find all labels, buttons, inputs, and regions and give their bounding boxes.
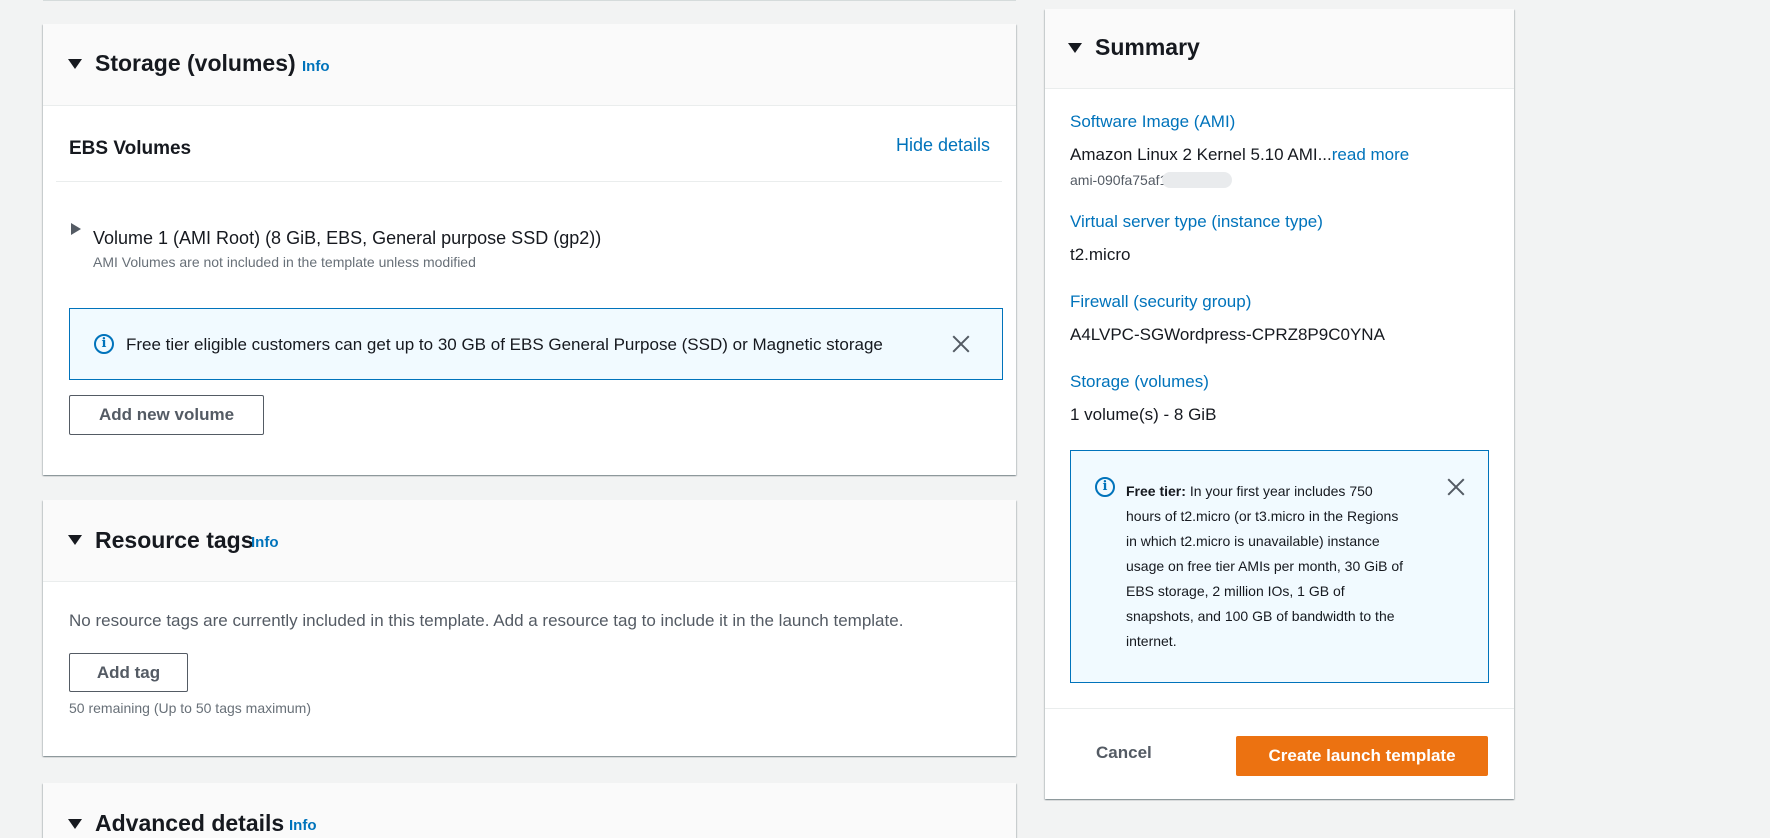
create-launch-template-button[interactable]: Create launch template [1236,736,1488,776]
storage-panel: Storage (volumes) Info EBS Volumes Hide … [43,24,1016,475]
summary-panel: Summary Software Image (AMI) Amazon Linu… [1045,9,1514,799]
volume-label[interactable]: Volume 1 (AMI Root) (8 GiB, EBS, General… [93,228,601,249]
instance-type-label[interactable]: Virtual server type (instance type) [1070,212,1323,232]
firewall-value: A4LVPC-SGWordpress-CPRZ8P9C0YNA [1070,325,1385,344]
ami-label[interactable]: Software Image (AMI) [1070,112,1235,132]
caret-down-icon[interactable] [68,59,82,69]
advanced-details-title: Advanced details [95,810,285,836]
hide-details-link[interactable]: Hide details [896,135,990,156]
volume-note: AMI Volumes are not included in the temp… [93,254,476,270]
storage-header[interactable]: Storage (volumes) Info [43,24,1016,106]
storage-title: Storage (volumes) [95,50,296,76]
expand-volume-icon[interactable] [71,223,81,235]
storage-alert-text: Free tier eligible customers can get up … [126,335,883,354]
info-icon: i [1095,477,1115,497]
add-new-volume-button[interactable]: Add new volume [69,395,264,435]
resource-tags-panel: Resource tags Info No resource tags are … [43,500,1016,756]
summary-title: Summary [1095,34,1200,60]
close-icon[interactable] [950,333,972,355]
advanced-details-header[interactable]: Advanced details Info [43,783,1016,838]
ami-value: Amazon Linux 2 Kernel 5.10 AMI...read mo… [1070,145,1409,165]
cancel-button[interactable]: Cancel [1096,743,1152,763]
resource-tags-info-link[interactable]: Info [251,534,279,551]
free-tier-bold: Free tier: [1126,483,1186,499]
ebs-divider [56,181,1002,182]
caret-down-icon[interactable] [68,819,82,829]
free-tier-body: In your first year includes 750 hours of… [1126,483,1404,649]
caret-down-icon[interactable] [68,535,82,545]
no-tags-text: No resource tags are currently included … [69,611,904,630]
ami-name: Amazon Linux 2 Kernel 5.10 AMI... [1070,145,1332,164]
caret-down-icon[interactable] [1068,43,1082,53]
free-tier-alert: i Free tier: In your first year includes… [1070,450,1489,683]
top-divider [43,0,1016,1]
ebs-volumes-title: EBS Volumes [69,138,192,159]
free-tier-text: Free tier: In your first year includes 7… [1126,479,1406,654]
instance-type-value: t2.micro [1070,245,1131,264]
storage-free-tier-alert: i Free tier eligible customers can get u… [69,308,1003,380]
info-icon: i [94,334,114,354]
storage-summary-label[interactable]: Storage (volumes) [1070,372,1209,392]
advanced-details-info-link[interactable]: Info [289,817,317,834]
ami-id-redacted [1162,172,1232,188]
firewall-label[interactable]: Firewall (security group) [1070,292,1251,312]
storage-summary-value: 1 volume(s) - 8 GiB [1070,405,1217,424]
add-tag-button[interactable]: Add tag [69,653,188,692]
close-icon[interactable] [1445,476,1467,498]
storage-info-link[interactable]: Info [302,58,330,75]
summary-header[interactable]: Summary [1045,9,1514,89]
advanced-details-panel: Advanced details Info [43,783,1016,838]
summary-footer-divider [1045,708,1514,709]
tags-remaining-text: 50 remaining (Up to 50 tags maximum) [69,700,311,716]
resource-tags-title: Resource tags [95,527,254,553]
ami-read-more-link[interactable]: read more [1332,145,1409,164]
resource-tags-header[interactable]: Resource tags Info [43,500,1016,582]
